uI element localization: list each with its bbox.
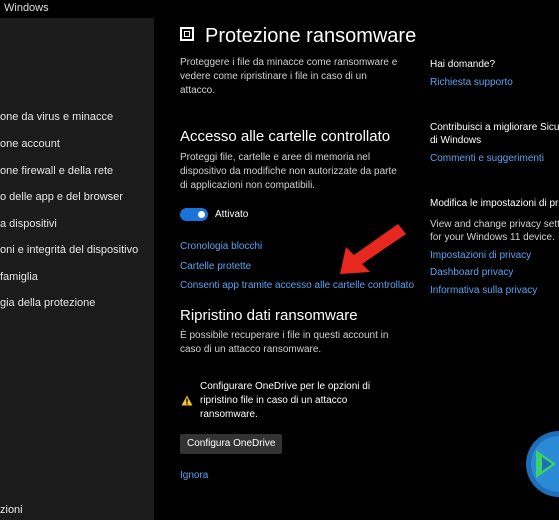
sidebar-item-account-protection[interactable]: one account	[0, 138, 60, 150]
watermark-logo-icon	[526, 431, 559, 497]
privacy-statement-link[interactable]: Informativa sulla privacy	[430, 285, 537, 296]
sidebar-item-virus-protection[interactable]: one da virus e minacce	[0, 111, 113, 123]
questions-title: Hai domande?	[430, 59, 496, 70]
ransomware-icon	[180, 27, 194, 41]
sidebar-item-firewall[interactable]: one firewall e della rete	[0, 165, 113, 177]
page-title: Protezione ransomware	[205, 25, 417, 47]
cfa-title: Accesso alle cartelle controllato	[180, 128, 391, 145]
cfa-toggle[interactable]	[180, 208, 208, 221]
title-bar: Windows	[0, 0, 559, 18]
feedback-link[interactable]: Commenti e suggerimenti	[430, 153, 544, 164]
privacy-dashboard-link[interactable]: Dashboard privacy	[430, 267, 513, 278]
warning-icon	[181, 395, 193, 406]
improve-title-line2: di Windows	[430, 135, 482, 146]
allow-app-link[interactable]: Consenti app tramite accesso alle cartel…	[180, 280, 414, 291]
sidebar-item-device-performance[interactable]: oni e integrità del dispositivo	[0, 244, 138, 256]
privacy-text: View and change privacy setti	[430, 219, 559, 230]
sidebar-item-protection-history[interactable]: gia della protezione	[0, 297, 95, 309]
sidebar-item-settings[interactable]: zioni	[0, 504, 23, 516]
sidebar-item-device-security[interactable]: a dispositivi	[0, 218, 57, 230]
red-arrow-annotation	[340, 224, 406, 274]
privacy-settings-link[interactable]: Impostazioni di privacy	[430, 250, 531, 261]
protected-folders-link[interactable]: Cartelle protette	[180, 261, 251, 272]
window-title: Windows	[4, 2, 49, 14]
improve-title: Contribuisci a migliorare Sicu	[430, 122, 559, 133]
ignore-link[interactable]: Ignora	[180, 470, 208, 481]
page-description: Proteggere i file da minacce come ransom…	[180, 57, 398, 96]
block-history-link[interactable]: Cronologia blocchi	[180, 241, 262, 252]
privacy-title: Modifica le impostazioni di pr	[430, 198, 559, 209]
sidebar-item-app-browser[interactable]: o delle app e del browser	[0, 191, 123, 203]
onedrive-warning: Configurare OneDrive per le opzioni di r…	[200, 381, 371, 420]
recovery-title: Ripristino dati ransomware	[180, 307, 358, 324]
toggle-label: Attivato	[215, 209, 249, 220]
privacy-text-line2: for your Windows 11 device.	[430, 232, 555, 243]
sidebar: one da virus e minacce one account one f…	[0, 18, 154, 520]
configure-onedrive-button[interactable]: Configura OneDrive	[180, 434, 283, 454]
sidebar-item-family[interactable]: famiglia	[0, 271, 38, 283]
recovery-description: È possibile recuperare i file in questi …	[180, 330, 389, 355]
support-link[interactable]: Richiesta supporto	[430, 77, 513, 88]
cfa-description: Proteggi file, cartelle e aree di memori…	[180, 152, 397, 191]
